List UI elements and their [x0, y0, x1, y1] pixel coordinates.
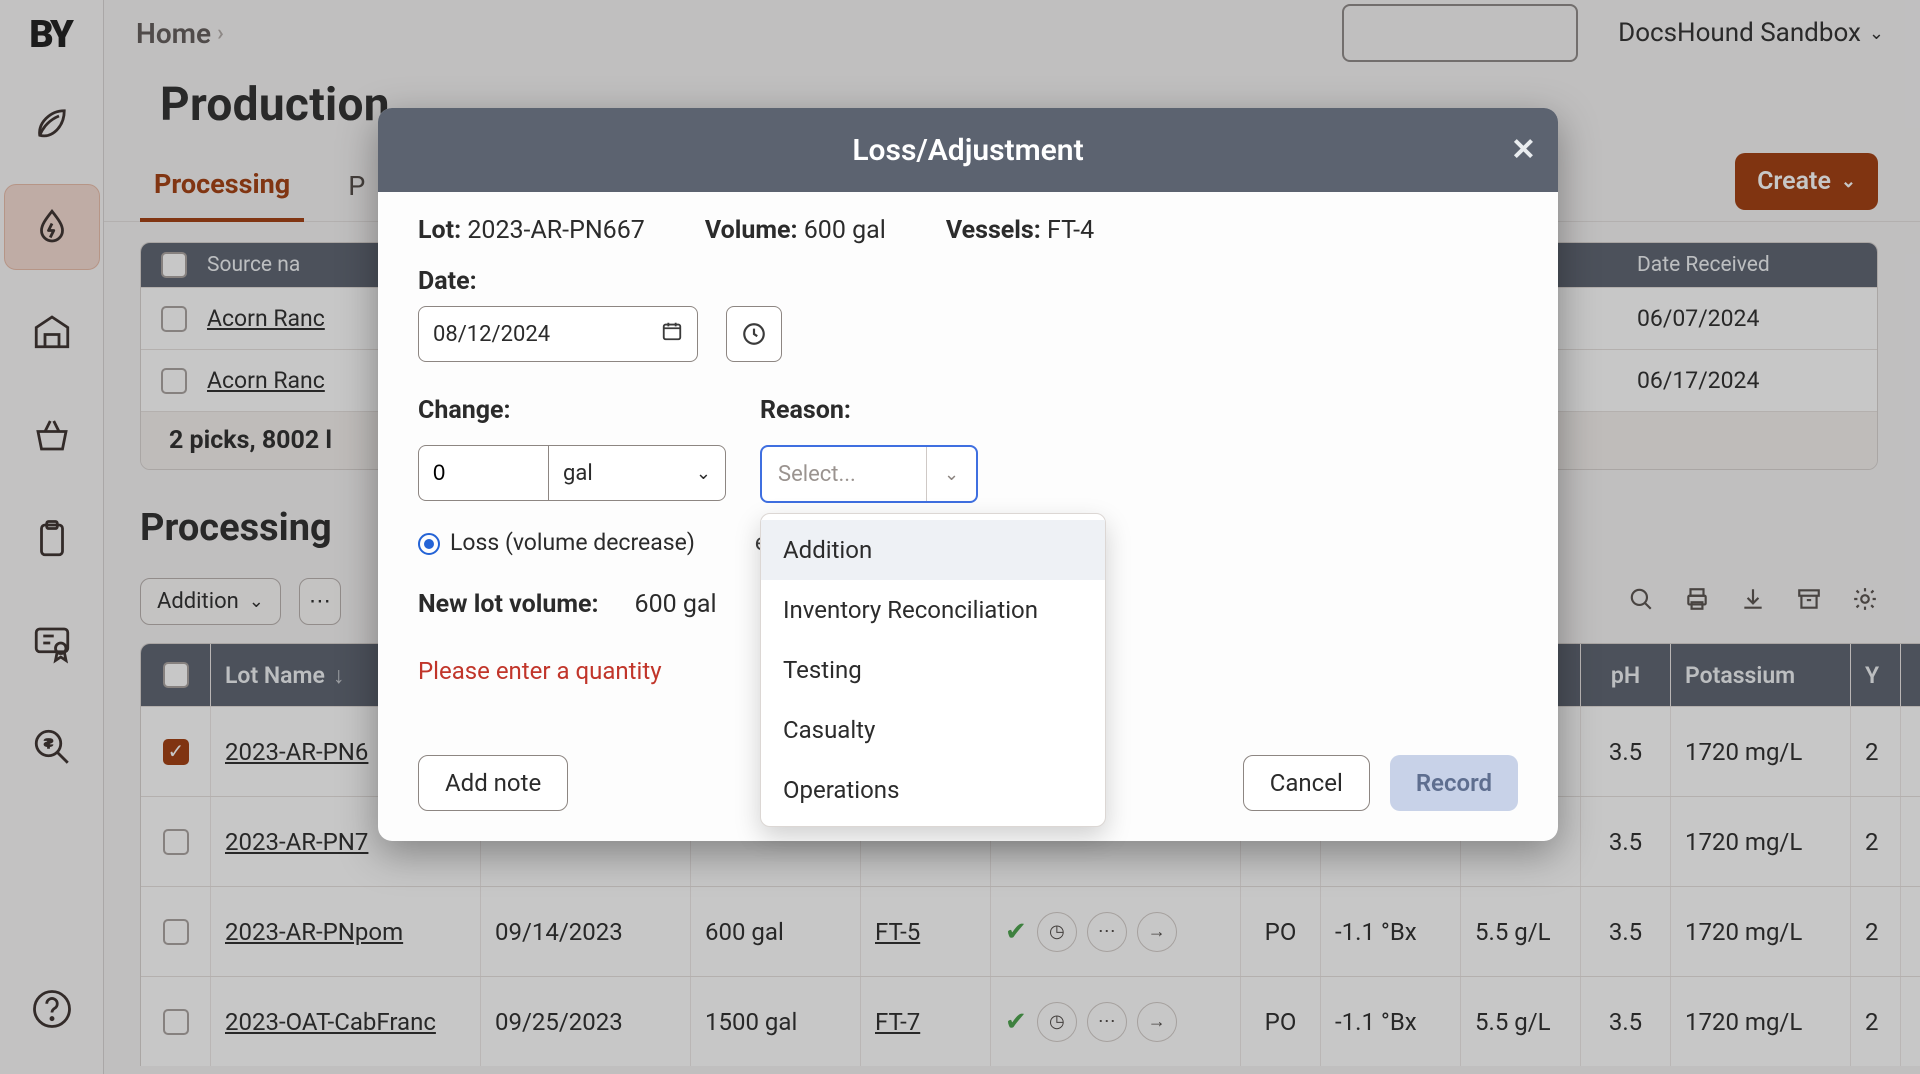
- change-label: Change:: [418, 396, 726, 425]
- record-button[interactable]: Record: [1390, 755, 1518, 811]
- reason-option-operations[interactable]: Operations: [761, 760, 1105, 820]
- radio-loss[interactable]: Loss (volume decrease): [418, 529, 695, 556]
- reason-option-casualty[interactable]: Casualty: [761, 700, 1105, 760]
- cancel-button[interactable]: Cancel: [1243, 755, 1370, 811]
- reason-label: Reason:: [760, 396, 978, 425]
- radio-icon: [418, 533, 440, 555]
- modal-header: Loss/Adjustment ✕: [378, 108, 1558, 192]
- volume-value: 600 gal: [804, 216, 886, 245]
- change-unit-select[interactable]: gal ⌄: [548, 445, 726, 501]
- add-note-button[interactable]: Add note: [418, 755, 568, 811]
- change-quantity-input[interactable]: [418, 445, 548, 501]
- vessels-label: Vessels:: [946, 216, 1041, 245]
- modal-body: Lot: 2023-AR-PN667 Volume: 600 gal Vesse…: [378, 192, 1558, 841]
- chevron-down-icon: ⌄: [926, 447, 976, 501]
- reason-placeholder: Select...: [762, 462, 926, 487]
- lot-value: 2023-AR-PN667: [467, 216, 645, 245]
- modal-close-button[interactable]: ✕: [1511, 133, 1536, 168]
- vessels-value: FT-4: [1047, 216, 1094, 245]
- clock-icon: [741, 321, 767, 347]
- new-volume-label: New lot volume:: [418, 590, 599, 619]
- lot-label: Lot:: [418, 216, 461, 245]
- new-volume-value: 600 gal: [635, 590, 717, 619]
- reason-option-addition[interactable]: Addition: [761, 520, 1105, 580]
- reason-select[interactable]: Select... ⌄ Addition Inventory Reconcili…: [760, 445, 978, 503]
- loss-adjustment-modal: Loss/Adjustment ✕ Lot: 2023-AR-PN667 Vol…: [378, 108, 1558, 841]
- date-label: Date:: [418, 267, 1518, 296]
- calendar-icon: [661, 320, 683, 348]
- chevron-down-icon: ⌄: [696, 463, 711, 484]
- reason-dropdown: Addition Inventory Reconciliation Testin…: [760, 513, 1106, 827]
- reason-option-testing[interactable]: Testing: [761, 640, 1105, 700]
- date-input[interactable]: 08/12/2024: [418, 306, 698, 362]
- reason-option-inventory-reconciliation[interactable]: Inventory Reconciliation: [761, 580, 1105, 640]
- time-button[interactable]: [726, 306, 782, 362]
- unit-value: gal: [563, 461, 593, 486]
- modal-title: Loss/Adjustment: [852, 133, 1083, 168]
- change-quantity-wrap: gal ⌄: [418, 445, 726, 501]
- volume-label: Volume:: [705, 216, 798, 245]
- date-value: 08/12/2024: [433, 322, 651, 347]
- modal-info-line: Lot: 2023-AR-PN667 Volume: 600 gal Vesse…: [418, 216, 1518, 245]
